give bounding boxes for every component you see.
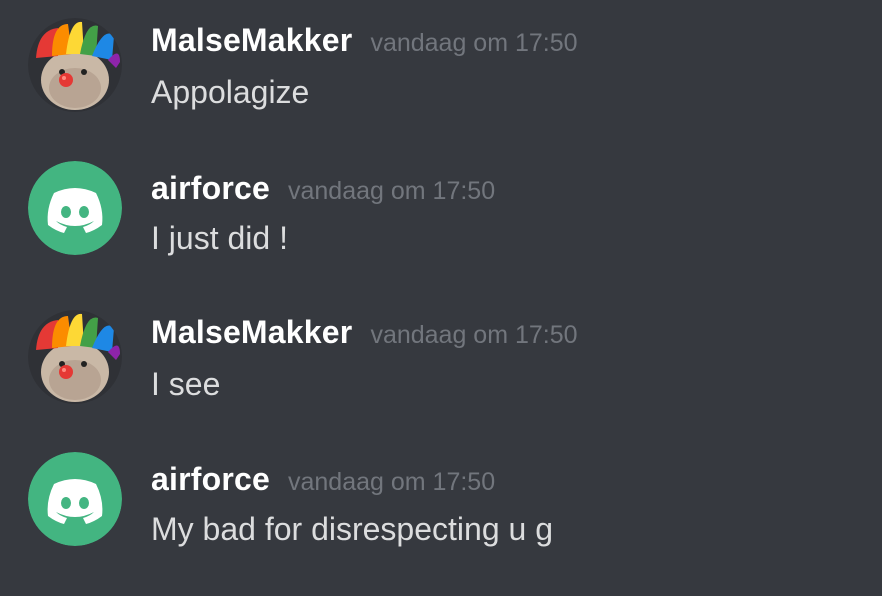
message-item: airforce vandaag om 17:50 My bad for disr… (0, 437, 882, 547)
message-timestamp: vandaag om 17:50 (288, 468, 496, 496)
message-content: My bad for disrespecting u g (151, 511, 553, 547)
message-timestamp: vandaag om 17:50 (288, 177, 496, 205)
message-content: I see (151, 366, 221, 402)
user-avatar[interactable] (28, 452, 122, 546)
username[interactable]: airforce (151, 170, 270, 206)
chat-message-list: MalseMakker vandaag om 17:50 Appolagize a… (0, 0, 882, 596)
user-avatar[interactable] (28, 18, 122, 112)
message-header: airforce vandaag om 17:50 (151, 170, 495, 210)
message-timestamp: vandaag om 17:50 (370, 321, 578, 349)
username[interactable]: MalseMakker (151, 22, 352, 58)
username[interactable]: airforce (151, 461, 270, 497)
clown-avatar-icon (28, 18, 122, 112)
discord-logo-icon (28, 452, 122, 546)
username[interactable]: MalseMakker (151, 314, 352, 350)
message-header: MalseMakker vandaag om 17:50 (151, 314, 578, 354)
message-header: airforce vandaag om 17:50 (151, 461, 495, 501)
message-header: MalseMakker vandaag om 17:50 (151, 22, 578, 62)
message-timestamp: vandaag om 17:50 (370, 29, 578, 57)
message-item: MalseMakker vandaag om 17:50 I see (0, 292, 882, 404)
discord-logo-icon (28, 161, 122, 255)
message-content: Appolagize (151, 74, 310, 110)
message-content: I just did ! (151, 220, 288, 256)
message-item: airforce vandaag om 17:50 I just did ! (0, 146, 882, 256)
user-avatar[interactable] (28, 161, 122, 255)
message-item: MalseMakker vandaag om 17:50 Appolagize (0, 0, 882, 112)
clown-avatar-icon (28, 310, 122, 404)
user-avatar[interactable] (28, 310, 122, 404)
